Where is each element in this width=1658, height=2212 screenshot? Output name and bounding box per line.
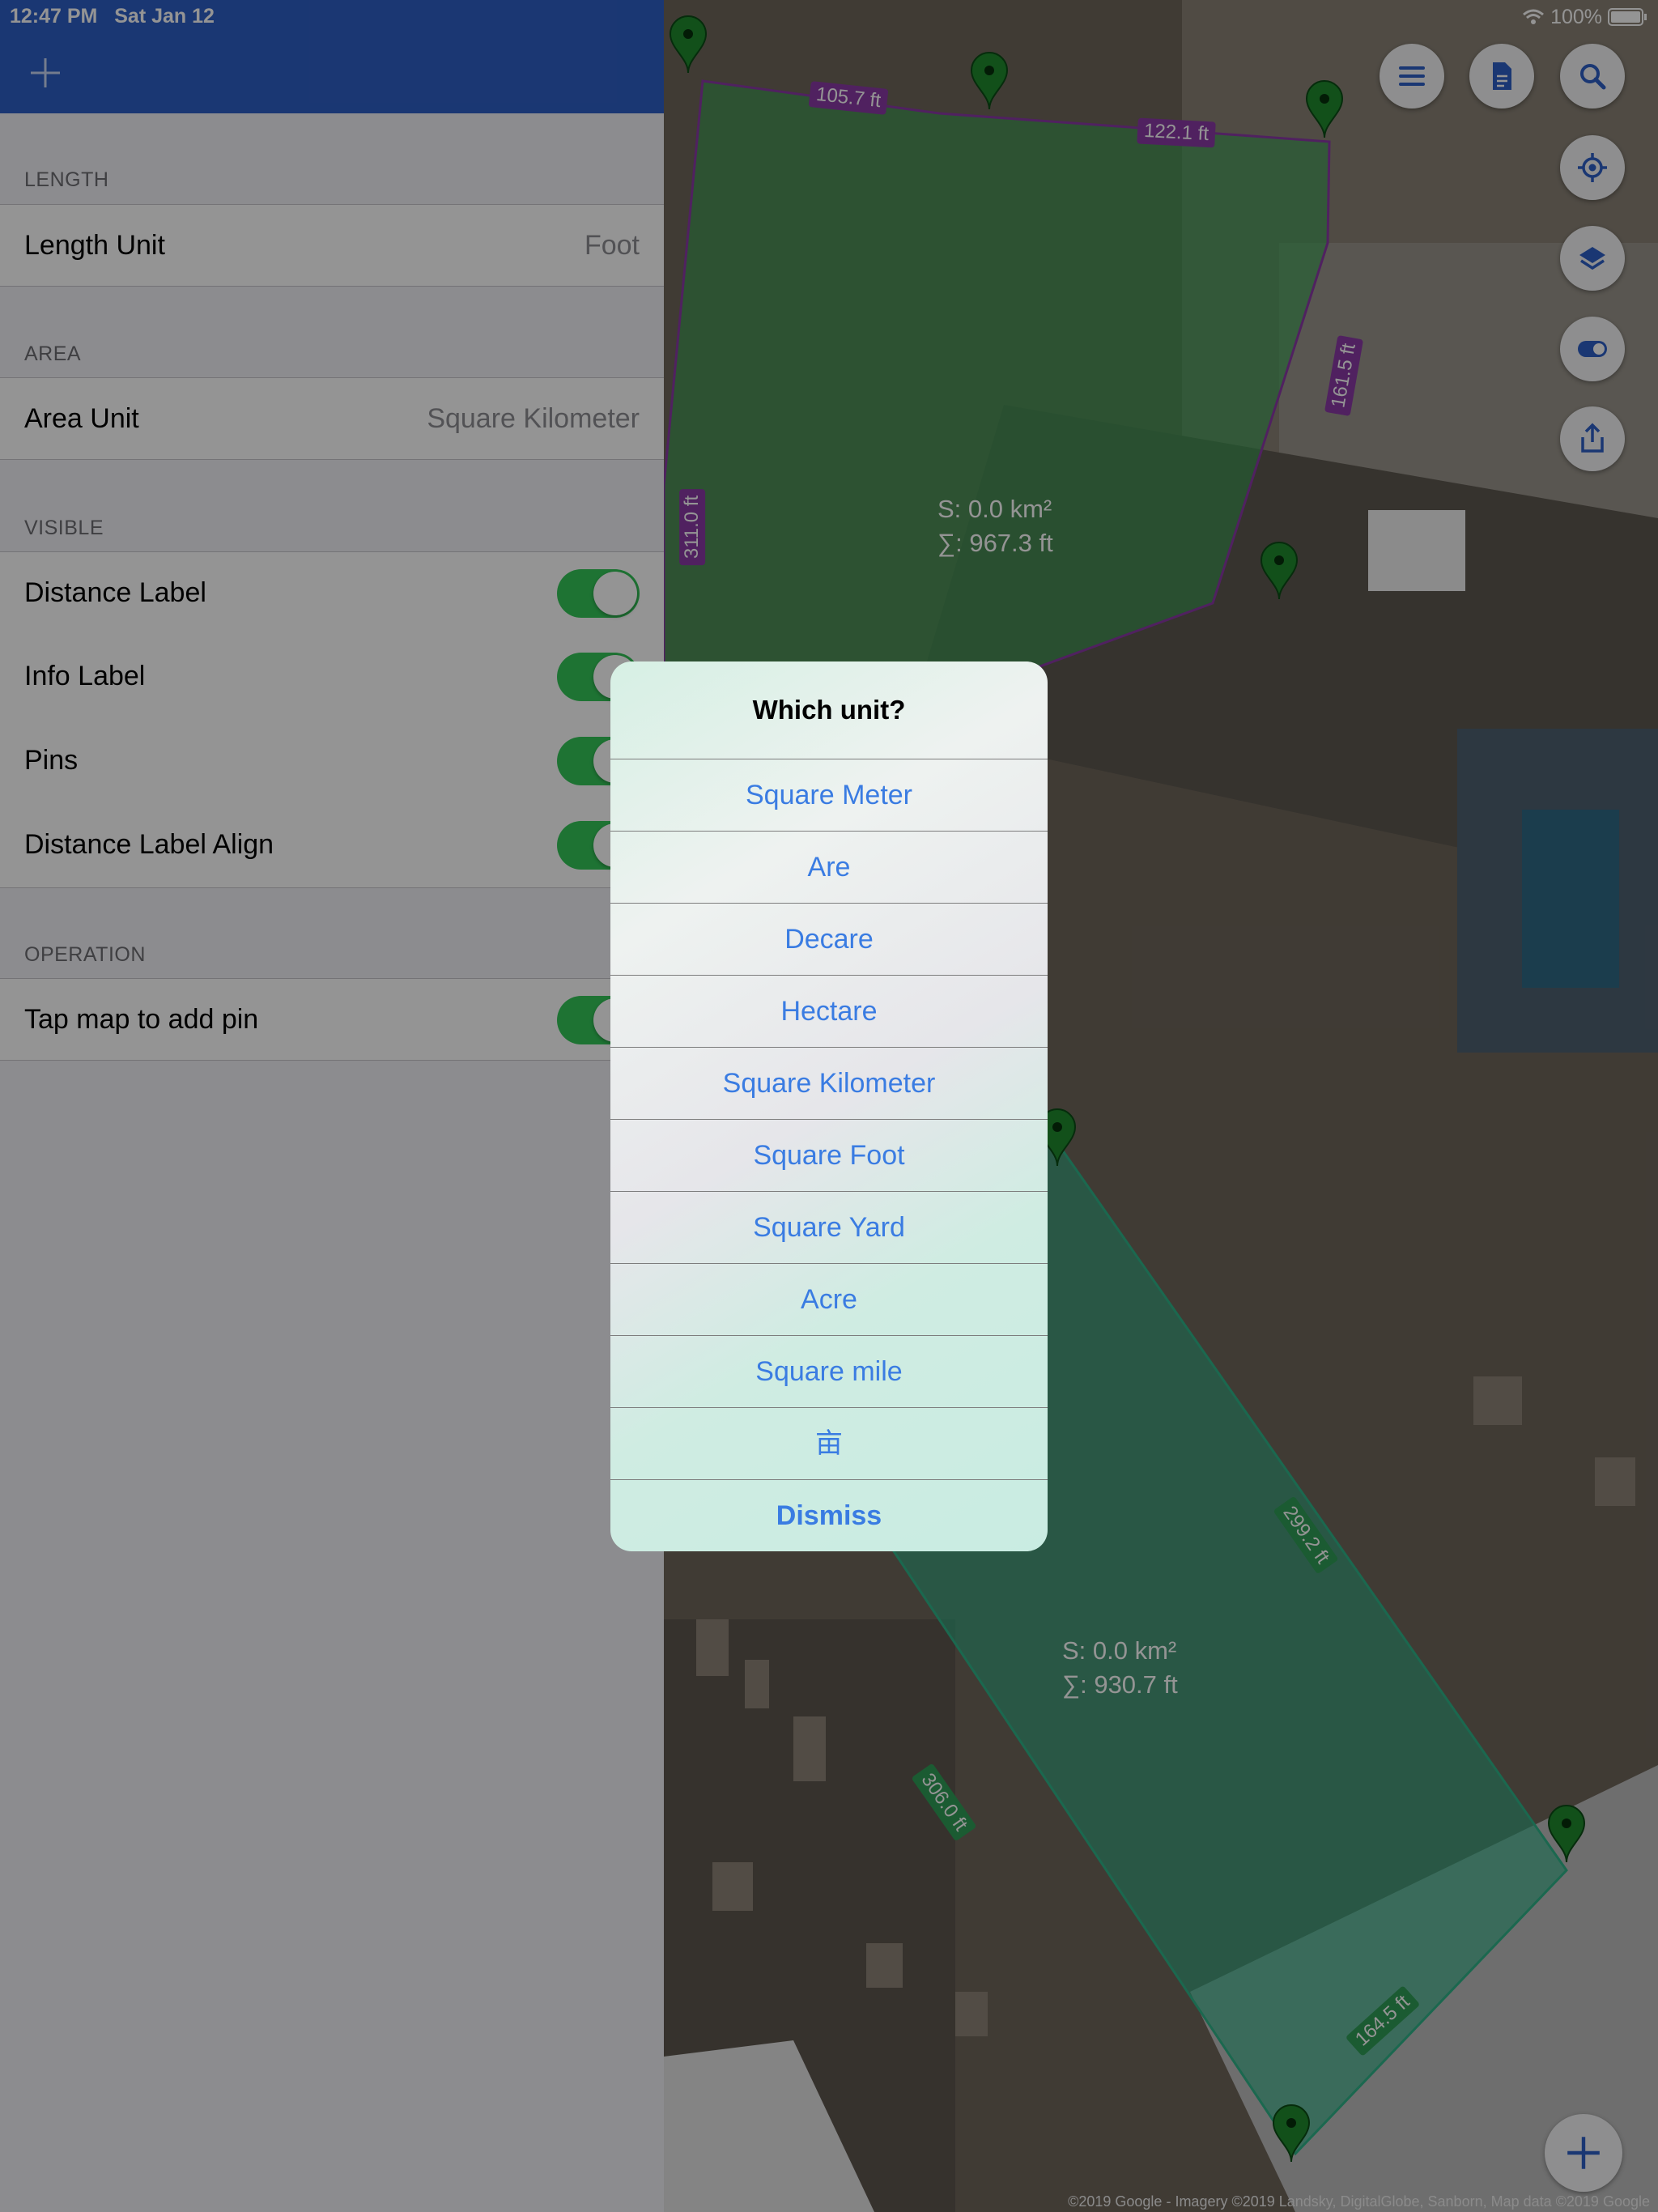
option-square-meter[interactable]: Square Meter: [610, 759, 1048, 831]
option-square-yard[interactable]: Square Yard: [610, 1191, 1048, 1263]
option-decare[interactable]: Decare: [610, 903, 1048, 975]
option-are[interactable]: Are: [610, 831, 1048, 903]
option-square-kilometer[interactable]: Square Kilometer: [610, 1047, 1048, 1119]
alert-title: Which unit?: [752, 695, 906, 725]
option-hectare[interactable]: Hectare: [610, 975, 1048, 1047]
option-square-foot[interactable]: Square Foot: [610, 1119, 1048, 1191]
option-square-mile[interactable]: Square mile: [610, 1335, 1048, 1407]
option-acre[interactable]: Acre: [610, 1263, 1048, 1335]
dismiss-button[interactable]: Dismiss: [610, 1479, 1048, 1551]
unit-action-sheet: Which unit? Square Meter Are Decare Hect…: [610, 661, 1048, 1551]
option-mu[interactable]: 亩: [610, 1407, 1048, 1479]
